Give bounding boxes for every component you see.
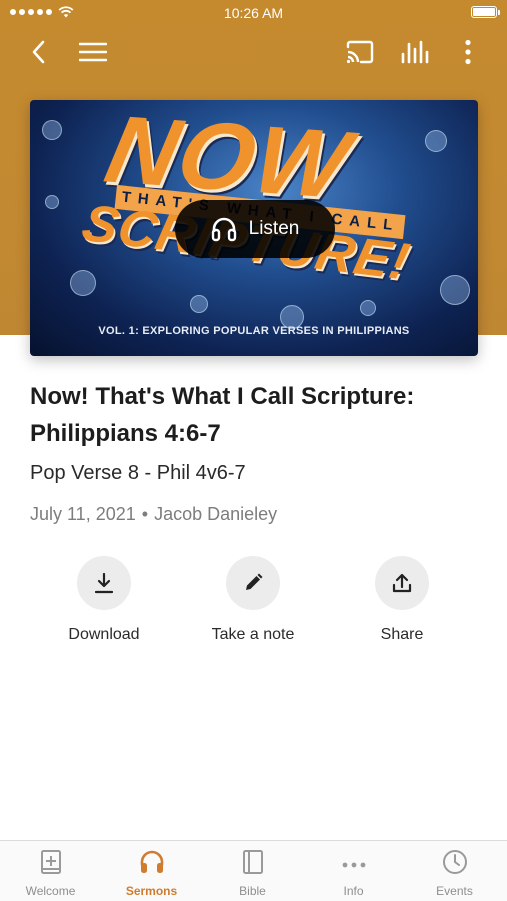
headphones-icon [140, 850, 163, 873]
tab-bible[interactable]: Bible [202, 841, 303, 901]
bubble [360, 300, 376, 316]
tab-info[interactable]: Info [303, 841, 404, 901]
tab-welcome-label: Welcome [25, 884, 76, 898]
cast-button[interactable] [342, 34, 378, 70]
tab-bar: Welcome Sermons Bible Info Events [0, 840, 507, 901]
cast-icon [346, 40, 374, 64]
bubble [45, 195, 59, 209]
pencil-icon [246, 573, 263, 590]
tab-bible-label: Bible [239, 884, 266, 898]
artwork-subtitle: VOL. 1: EXPLORING POPULAR VERSES IN PHIL… [98, 325, 410, 337]
share-icon [392, 573, 412, 593]
tab-info-label: Info [343, 884, 364, 898]
sermon-subtitle: Pop Verse 8 - Phil 4v6-7 [30, 462, 246, 484]
take-note-circle[interactable] [226, 556, 280, 610]
download-label: Download [68, 626, 140, 643]
download-circle[interactable] [77, 556, 131, 610]
bible-icon [242, 850, 263, 874]
status-bar: 10:26 AM [0, 0, 507, 28]
book-plus-icon [40, 850, 61, 874]
sermon-date: July 11, 2021 [30, 504, 136, 524]
ellipsis-icon [342, 862, 365, 868]
bubble [70, 270, 96, 296]
tab-welcome[interactable]: Welcome [0, 841, 101, 901]
sermon-speaker: Jacob Danieley [154, 504, 278, 524]
bubble [425, 130, 447, 152]
audio-levels-button[interactable] [397, 34, 433, 70]
download-button[interactable]: Download [34, 556, 174, 644]
tab-events-label: Events [436, 884, 473, 898]
hamburger-icon [79, 42, 107, 62]
bubble [42, 120, 62, 140]
bubble [190, 295, 208, 313]
tab-sermons-label: Sermons [125, 884, 178, 898]
download-icon [94, 572, 114, 594]
headphones-icon [211, 217, 236, 242]
clock-icon [442, 850, 467, 874]
share-label: Share [380, 626, 424, 643]
separator-dot: • [141, 504, 149, 524]
share-circle[interactable] [375, 556, 429, 610]
listen-button[interactable]: Listen [175, 200, 335, 258]
back-button[interactable] [20, 34, 56, 70]
more-options-button[interactable] [450, 34, 486, 70]
take-note-label: Take a note [211, 626, 295, 643]
tab-events[interactable]: Events [404, 841, 505, 901]
battery-icon [471, 6, 500, 18]
tab-sermons[interactable]: Sermons [101, 841, 202, 901]
equalizer-icon [401, 40, 429, 64]
more-vertical-icon [465, 39, 471, 65]
chevron-left-icon [32, 40, 45, 64]
share-button[interactable]: Share [332, 556, 472, 644]
sermon-title: Now! That's What I Call Scripture: Phili… [30, 383, 415, 447]
listen-label: Listen [248, 218, 300, 239]
menu-button[interactable] [75, 34, 111, 70]
status-time: 10:26 AM [223, 5, 284, 21]
sermon-meta: July 11, 2021 • Jacob Danieley [30, 504, 277, 525]
sermon-artwork: NOW THAT'S WHAT I CALL SCRIPTURE! VOL. 1… [30, 100, 478, 356]
take-note-button[interactable]: Take a note [183, 556, 323, 644]
